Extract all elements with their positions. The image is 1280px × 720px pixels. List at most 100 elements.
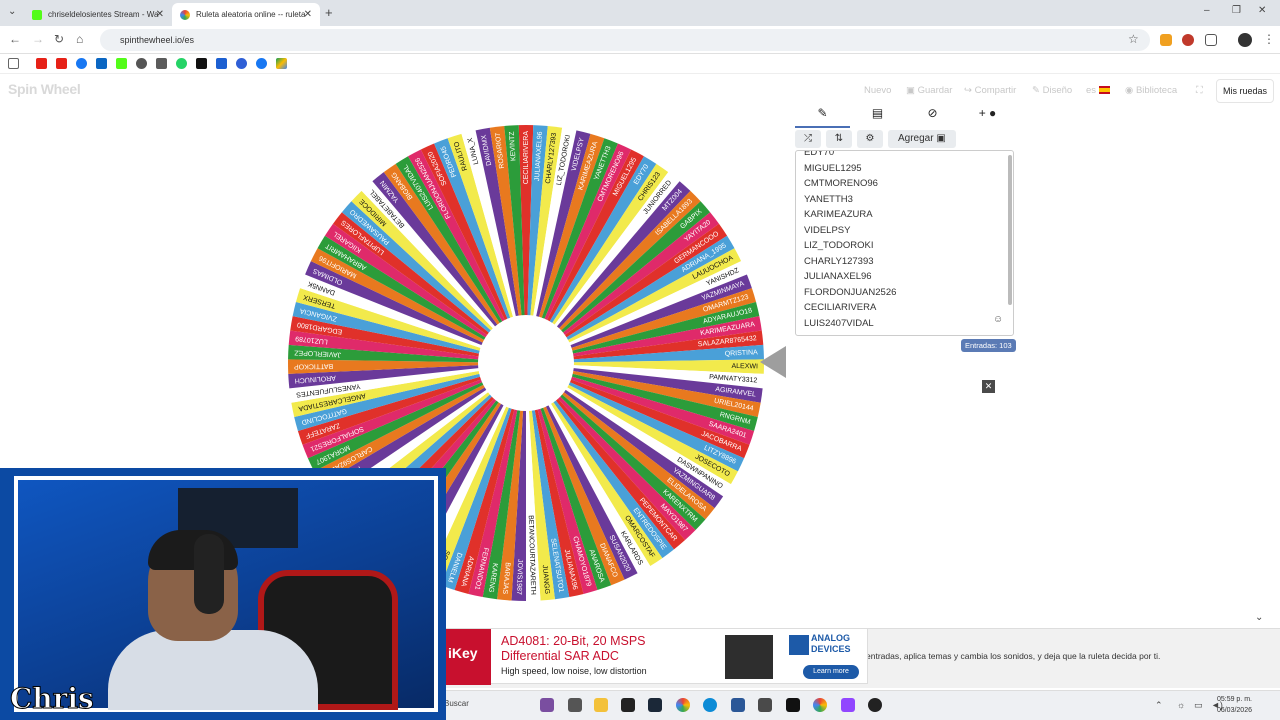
- close-window-button[interactable]: ✕: [1258, 5, 1266, 16]
- shuffle-button[interactable]: ⤮: [795, 130, 821, 148]
- bookmark-icon[interactable]: [236, 58, 247, 69]
- tray-chevron-icon[interactable]: ⌃: [1155, 700, 1163, 711]
- reload-icon[interactable]: ↻: [54, 32, 64, 46]
- entry-line: CHARLY127393: [804, 255, 874, 267]
- browser-tab-2[interactable]: Ruleta aleatoria online -- ruleta ✕: [172, 3, 320, 26]
- close-tab-icon[interactable]: ✕: [304, 9, 312, 20]
- webcam-person-body-image: [108, 630, 318, 710]
- minimize-button[interactable]: –: [1204, 5, 1210, 16]
- google-drive-icon[interactable]: [276, 58, 287, 69]
- advertisement-banner[interactable]: iKey AD4081: 20-Bit, 20 MSPS Differential…: [444, 628, 868, 685]
- sort-button[interactable]: ⇅: [826, 130, 852, 148]
- wheel-segment-label: CECILIARIVERA: [523, 131, 530, 185]
- menu-nuevo[interactable]: Nuevo: [864, 85, 891, 96]
- bookmark-star-icon[interactable]: ☆: [1128, 32, 1139, 46]
- tab-search-icon[interactable]: ⌄: [8, 6, 16, 17]
- bookmarks-bar: [0, 54, 1280, 74]
- ad-brand-analog-devices: ANALOG DEVICES: [787, 633, 863, 659]
- tab-edit[interactable]: ✎: [795, 106, 850, 128]
- browser-menu-icon[interactable]: ⋮: [1263, 32, 1275, 46]
- chevron-down-icon[interactable]: ⌄: [1255, 612, 1263, 623]
- maximize-button[interactable]: ❐: [1232, 5, 1241, 16]
- entry-line: MIGUEL1295: [804, 162, 862, 174]
- menu-compartir[interactable]: ↪ Compartir: [964, 85, 1016, 96]
- emoji-icon[interactable]: ☺: [993, 314, 1003, 325]
- site-logo[interactable]: Spin Wheel: [8, 81, 81, 97]
- home-icon[interactable]: ⌂: [76, 32, 83, 46]
- tab-hidden[interactable]: ⊘: [905, 106, 960, 128]
- entry-line: YANETTH3: [804, 193, 853, 205]
- fullscreen-icon[interactable]: ⛶: [1196, 85, 1203, 96]
- meta-icon[interactable]: [96, 58, 107, 69]
- eye-off-icon: ⊘: [927, 106, 938, 120]
- wheel-segment-label: BATTICKOP: [294, 362, 334, 370]
- extension-icon[interactable]: [1160, 34, 1172, 46]
- extensions-puzzle-icon[interactable]: [1205, 34, 1217, 46]
- extension-icon[interactable]: [1182, 34, 1194, 46]
- kick-icon[interactable]: [116, 58, 127, 69]
- close-tab-icon[interactable]: ✕: [156, 9, 164, 20]
- bot-icon[interactable]: [156, 58, 167, 69]
- epic-games-icon[interactable]: [621, 698, 635, 712]
- entries-textarea[interactable]: EDY70 MIGUEL1295 CMTMORENO96 YANETTH3 KA…: [795, 150, 1014, 336]
- add-image-button[interactable]: Agregar ▣: [888, 130, 956, 148]
- youtube-icon[interactable]: [56, 58, 67, 69]
- streamlabs-icon[interactable]: [216, 58, 227, 69]
- facebook-icon[interactable]: [256, 58, 267, 69]
- webcam-person-hair-image: [148, 530, 238, 570]
- apps-grid-icon[interactable]: [8, 58, 19, 69]
- taskbar-clock[interactable]: 05:59 p. m. 06/03/2026: [1217, 694, 1252, 716]
- taskbar-search[interactable]: Buscar: [444, 699, 469, 708]
- new-tab-button[interactable]: +: [325, 5, 333, 20]
- clipboard-icon: ▤: [871, 106, 884, 120]
- ad-chip-image: [725, 635, 773, 679]
- wheel-favicon-icon: [180, 9, 190, 20]
- obs-icon[interactable]: [786, 698, 800, 712]
- url-input[interactable]: spinthewheel.io/es: [100, 29, 1150, 51]
- menu-diseno[interactable]: ✎ Diseño: [1032, 85, 1072, 96]
- forward-icon[interactable]: →: [32, 32, 44, 46]
- entries-scrollbar[interactable]: [1008, 155, 1012, 305]
- globe-icon[interactable]: [136, 58, 147, 69]
- taskbar-app-icon[interactable]: [540, 698, 554, 712]
- file-explorer-icon[interactable]: [594, 698, 608, 712]
- close-ad-button[interactable]: ✕: [982, 380, 995, 393]
- twitch-icon[interactable]: [841, 698, 855, 712]
- network-icon[interactable]: ▭: [1194, 700, 1203, 711]
- steam-icon[interactable]: [648, 698, 662, 712]
- kick-favicon-icon: [32, 9, 42, 20]
- my-wheels-button[interactable]: Mis ruedas: [1216, 79, 1274, 103]
- tab-results[interactable]: ▤: [850, 106, 905, 128]
- tab-title: Ruleta aleatoria online -- ruleta: [196, 10, 306, 19]
- back-icon[interactable]: ←: [9, 32, 21, 46]
- profile-avatar[interactable]: [1238, 33, 1252, 47]
- entry-line: KARIMEAZURA: [804, 209, 873, 220]
- edge-icon[interactable]: [703, 698, 717, 712]
- browser-tab-1[interactable]: chriseldelosientes Stream - Wa ✕: [24, 3, 172, 26]
- whatsapp-icon[interactable]: [176, 58, 187, 69]
- settings-button[interactable]: ⚙: [857, 130, 883, 148]
- ad-brand-digikey: iKey: [445, 629, 491, 685]
- menu-language[interactable]: es: [1086, 85, 1110, 96]
- chrome-icon[interactable]: [676, 698, 690, 712]
- wheel-center-hub[interactable]: [478, 315, 574, 411]
- menu-guardar-label: Guardar: [917, 85, 953, 96]
- browser-tab-bar: ⌄ chriseldelosientes Stream - Wa ✕ Rulet…: [0, 0, 1280, 26]
- task-view-icon[interactable]: [568, 698, 582, 712]
- facebook-icon[interactable]: [76, 58, 87, 69]
- ad-learn-more-button[interactable]: Learn more: [803, 665, 859, 679]
- entry-line: CECILIARIVERA: [804, 302, 877, 313]
- store-icon[interactable]: [731, 698, 745, 712]
- app-icon[interactable]: [758, 698, 772, 712]
- analog-devices-logo-icon: [789, 635, 809, 655]
- tray-icon[interactable]: ☼: [1177, 700, 1185, 710]
- tab-colors[interactable]: + ●: [960, 106, 1015, 128]
- entry-toolbar: ⤮ ⇅ ⚙ Agregar ▣: [795, 130, 956, 150]
- menu-guardar[interactable]: ▣ Guardar: [906, 85, 952, 96]
- menu-biblioteca[interactable]: ◉ Biblioteca: [1125, 85, 1177, 96]
- chrome-active-icon[interactable]: [813, 698, 827, 712]
- youtube-icon[interactable]: [36, 58, 47, 69]
- page-description-text: entradas, aplica temas y cambia los soni…: [866, 651, 1161, 661]
- tiktok-icon[interactable]: [196, 58, 207, 69]
- app-icon[interactable]: [868, 698, 882, 712]
